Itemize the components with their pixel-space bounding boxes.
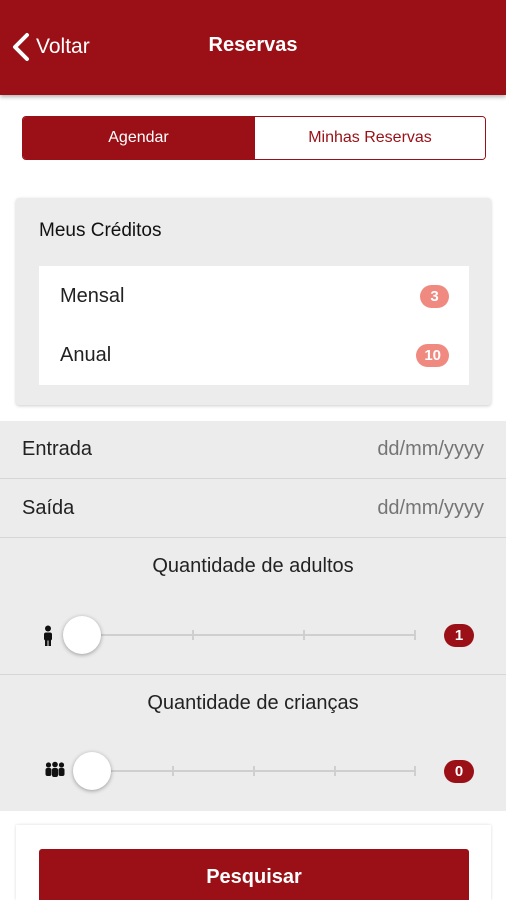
tab-minhas-reservas[interactable]: Minhas Reservas	[254, 117, 485, 159]
credit-row-anual: Anual 10	[39, 335, 469, 375]
person-icon	[44, 625, 52, 646]
search-button[interactable]: Pesquisar	[39, 849, 469, 900]
slider-tick	[253, 766, 255, 776]
adults-slider-thumb[interactable]	[63, 616, 101, 654]
group-icon	[45, 761, 65, 777]
slider-tick	[303, 630, 305, 640]
checkout-row: Saída	[0, 480, 506, 538]
credits-card: Meus Créditos Mensal 3 Anual 10	[16, 198, 491, 405]
search-form: Entrada Saída Quantidade de adultos 1 Qu…	[0, 421, 506, 811]
slider-tick	[414, 766, 416, 776]
checkin-label: Entrada	[22, 438, 93, 460]
adults-slider-track[interactable]	[82, 634, 416, 636]
checkin-date-input[interactable]	[324, 438, 484, 461]
page-title: Reservas	[208, 34, 298, 56]
slider-tick	[414, 630, 416, 640]
slider-tick	[334, 766, 336, 776]
credit-count-badge: 10	[416, 343, 449, 367]
checkin-row: Entrada	[0, 421, 506, 479]
checkout-label: Saída	[22, 497, 75, 519]
slider-tick	[192, 630, 194, 640]
adults-value-badge: 1	[444, 624, 474, 647]
credit-label: Anual	[60, 343, 112, 366]
children-title: Quantidade de crianças	[147, 692, 359, 714]
app-header: Voltar Reservas	[0, 0, 506, 95]
children-slider-track[interactable]	[82, 770, 416, 772]
children-value-badge: 0	[444, 760, 474, 783]
credits-list: Mensal 3 Anual 10	[39, 266, 469, 385]
checkout-date-input[interactable]	[324, 497, 484, 520]
tab-agendar[interactable]: Agendar	[23, 117, 254, 159]
slider-tick	[172, 766, 174, 776]
credit-label: Mensal	[60, 284, 125, 307]
credit-row-mensal: Mensal 3	[39, 276, 469, 316]
children-slider-thumb[interactable]	[73, 752, 111, 790]
adults-slider-row: 1	[0, 615, 506, 655]
children-slider-row: 0	[0, 751, 506, 791]
reservation-tabs: Agendar Minhas Reservas	[22, 116, 486, 160]
credits-title: Meus Créditos	[39, 220, 162, 241]
divider	[0, 674, 506, 675]
adults-title: Quantidade de adultos	[152, 555, 354, 577]
credit-count-badge: 3	[420, 284, 449, 308]
